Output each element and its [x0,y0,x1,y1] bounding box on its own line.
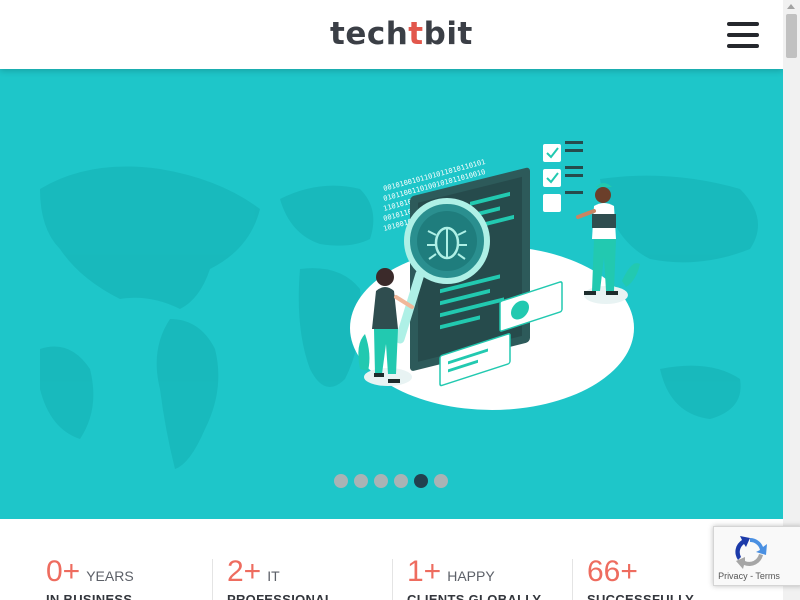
stats-section: 0+ YEARS IN BUSINESS 2+ IT PROFESSIONAL 1+… [0,519,783,600]
recaptcha-privacy-link[interactable]: Privacy [718,571,748,581]
scroll-up-arrow-icon[interactable] [787,4,795,9]
carousel-dot-6[interactable] [434,474,448,488]
stat-divider [212,559,213,600]
recaptcha-badge[interactable]: Privacy - Terms [713,526,800,586]
stat-sublabel: SUCCESSFULLY [587,592,695,600]
page: tech t bit 0010100101101011010110101 010… [0,0,800,600]
stat-happy-clients: 1+ HAPPY CLIENTS GLOBALLY [407,555,541,600]
world-map-illustration: 0010100101101011010110101 01011001101001… [40,141,758,469]
stat-it-professional: 2+ IT PROFESSIONAL [227,555,333,600]
stat-label: IT [267,568,280,584]
carousel-indicators [334,474,448,488]
stat-label: HAPPY [447,568,495,584]
stat-value: 1+ [407,555,442,588]
scrollbar-thumb[interactable] [786,14,797,58]
hamburger-bar [727,33,759,37]
carousel-dot-4[interactable] [394,474,408,488]
stat-years-in-business: 0+ YEARS IN BUSINESS [46,555,134,600]
stat-label: YEARS [86,568,134,584]
hamburger-menu-button[interactable] [723,18,763,52]
stat-sublabel: CLIENTS GLOBALLY [407,592,542,600]
stat-sublabel: PROFESSIONAL [227,592,334,600]
hamburger-bar [727,22,759,26]
logo-accent-letter: t [408,16,424,52]
logo-text-tech: tech [330,16,409,52]
stat-successfully: 66+ SUCCESSFULLY [587,555,694,600]
stat-sublabel: IN BUSINESS [46,592,133,600]
stat-value: 66+ [587,555,638,588]
stat-divider [572,559,573,600]
stat-value: 0+ [46,555,81,588]
carousel-dot-5[interactable] [414,474,428,488]
stat-divider [392,559,393,600]
carousel-dot-2[interactable] [354,474,368,488]
recaptcha-links: Privacy - Terms [714,571,784,581]
carousel-dot-1[interactable] [334,474,348,488]
recaptcha-terms-link[interactable]: Terms [755,571,780,581]
site-header: tech t bit [0,0,783,69]
recaptcha-icon [735,536,767,569]
hamburger-bar [727,44,759,48]
page-scrollbar[interactable] [783,0,800,600]
carousel-dot-3[interactable] [374,474,388,488]
techbit-logo[interactable]: tech t bit [330,14,473,54]
logo-text-bit: bit [423,16,473,52]
stat-value: 2+ [227,555,262,588]
hero-carousel: 0010100101101011010110101 01011001101001… [0,69,783,519]
